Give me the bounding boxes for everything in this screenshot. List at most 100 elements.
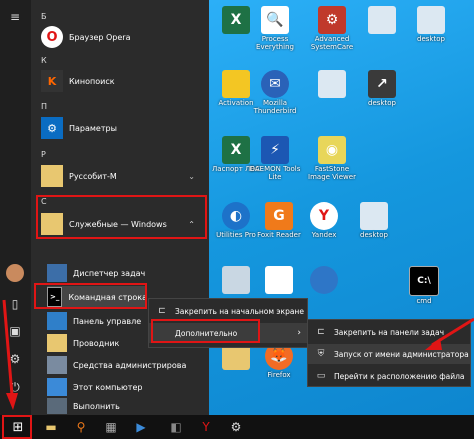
app-icon: ▦: [105, 420, 117, 434]
desktop-icon-label: Mozilla Thunderbird: [253, 99, 297, 115]
highlight-cmd: [34, 283, 147, 309]
app-label: Руссобит-М: [69, 171, 117, 181]
app-opera[interactable]: O Браузер Opera: [41, 25, 205, 49]
app-settings[interactable]: ⚙ Параметры: [41, 116, 205, 140]
app-icon: ◧: [170, 420, 182, 434]
highlight-more: [151, 319, 260, 343]
menu-item-open-location[interactable]: ▭ Перейти к расположению файла: [308, 366, 470, 386]
desktop-icon-label: cmd: [416, 297, 432, 305]
desktop-icon-thunderbird[interactable]: ✉ Mozilla Thunderbird: [246, 68, 304, 124]
desktop-icon-desktop-1[interactable]: desktop: [402, 4, 460, 60]
file-icon: [360, 202, 388, 230]
terminal-icon: C:\: [409, 266, 439, 296]
eye-icon: ◉: [318, 136, 346, 164]
magnifier-icon: 🔍: [261, 6, 289, 34]
app-icon: [265, 266, 293, 294]
opera-icon: O: [41, 26, 63, 48]
app-label: Панель управле: [73, 316, 142, 326]
shield-icon: ⛨: [317, 349, 325, 359]
app-russobit[interactable]: Руссобит-М ⌄: [41, 164, 205, 188]
yandex-icon: Y: [310, 202, 338, 230]
taskbar-settings[interactable]: ⚙: [225, 417, 247, 437]
app-label: Выполнить: [73, 401, 120, 411]
highlight-windows-tools: [36, 195, 207, 239]
menu-item-label: Запуск от имени администратора: [334, 349, 469, 359]
taskbar-app-2[interactable]: ◧: [165, 417, 187, 437]
shield-icon: ⚙: [318, 6, 346, 34]
highlight-start: [2, 415, 32, 439]
section-letter[interactable]: Р: [41, 150, 46, 159]
app-task-manager[interactable]: Диспетчер задач: [47, 262, 205, 284]
folder-icon: ▭: [316, 371, 326, 381]
desktop-icon-label: desktop: [368, 99, 396, 107]
section-letter[interactable]: Б: [41, 12, 47, 21]
thunderbird-icon: ✉: [261, 70, 289, 98]
taskbar-media[interactable]: ▶: [130, 417, 152, 437]
user-avatar[interactable]: [6, 264, 24, 282]
app-label: Диспетчер задач: [73, 268, 146, 278]
pin-icon: ⊏: [317, 327, 325, 337]
menu-item-label: Закрепить на начальном экране: [175, 306, 304, 316]
app-label: Браузер Opera: [69, 32, 131, 42]
desktop-icon-label: desktop: [360, 231, 388, 239]
desktop-icon-daemon-tools[interactable]: ⚡ DAEMON Tools Lite: [246, 134, 304, 190]
run-icon: [47, 398, 67, 414]
taskbar-app-1[interactable]: ▦: [100, 417, 122, 437]
taskbar-yandex[interactable]: Y: [195, 417, 217, 437]
app-icon: [222, 266, 250, 294]
desktop-icon-label: FastStone Image Viewer: [308, 165, 356, 181]
start-rail: ≡ ▯ ▣ ⚙ ⏻: [0, 0, 31, 415]
app-label: Проводник: [73, 338, 120, 348]
folder-icon: ▬: [45, 420, 57, 434]
gear-icon[interactable]: ⚙: [6, 350, 24, 368]
desktop-icon-label: DAEMON Tools Lite: [249, 165, 301, 181]
menu-item-run-as-admin[interactable]: ⛨ Запуск от имени администратора: [308, 344, 470, 364]
section-letter[interactable]: П: [41, 102, 47, 111]
pictures-icon[interactable]: ▣: [6, 322, 24, 340]
lightning-icon: ⚡: [261, 136, 289, 164]
pin-icon: ⊏: [158, 306, 166, 316]
menu-item-pin-start[interactable]: ⊏ Закрепить на начальном экране: [149, 301, 307, 321]
power-icon[interactable]: ⏻: [6, 378, 24, 396]
menu-item-label: Закрепить на панели задач: [334, 327, 445, 337]
desktop-icon-desktop-2[interactable]: ↗ desktop: [353, 68, 411, 124]
file-icon: [368, 6, 396, 34]
file-icon: [417, 6, 445, 34]
task-manager-icon: [47, 264, 67, 282]
app-label: Параметры: [69, 123, 117, 133]
taskbar: ⊞ ▬ ⚲ ▦ ▶ ◧ Y ⚙: [0, 415, 474, 439]
control-panel-icon: [47, 312, 67, 330]
folder-icon: [47, 334, 67, 352]
section-letter[interactable]: К: [41, 56, 47, 65]
document-icon[interactable]: ▯: [6, 295, 24, 313]
chevron-down-icon: ⌄: [188, 171, 195, 181]
desktop-icon-process-everything[interactable]: 🔍 Process Everything: [246, 4, 304, 60]
kinopoisk-icon: K: [41, 70, 63, 92]
desktop-icon-desktop-3[interactable]: desktop: [345, 200, 403, 256]
utilities-icon: ◐: [222, 202, 250, 230]
hamburger-icon[interactable]: ≡: [6, 8, 24, 26]
play-icon: ▶: [136, 420, 146, 434]
taskbar-search[interactable]: ⚲: [70, 417, 92, 437]
app-icon: [310, 266, 338, 294]
desktop-icon-cmd[interactable]: C:\ cmd: [395, 264, 453, 320]
folder-icon: [41, 165, 63, 187]
taskbar-explorer[interactable]: ▬: [40, 417, 62, 437]
app-admin-tools[interactable]: Средства администрирова: [47, 354, 205, 376]
gear-icon: ⚙: [230, 420, 242, 434]
app-this-pc[interactable]: Этот компьютер: [47, 376, 205, 398]
context-menu-submenu: ⊏ Закрепить на панели задач ⛨ Запуск от …: [307, 319, 471, 387]
app-kinopoisk[interactable]: K Кинопоиск: [41, 69, 205, 93]
app-label: Этот компьютер: [73, 382, 143, 392]
menu-item-label: Перейти к расположению файла: [334, 371, 465, 381]
menu-item-pin-taskbar[interactable]: ⊏ Закрепить на панели задач: [308, 322, 470, 342]
computer-icon: [47, 378, 67, 396]
admin-tools-icon: [47, 356, 67, 374]
desktop-icon-faststone[interactable]: ◉ FastStone Image Viewer: [303, 134, 361, 190]
desktop-icon-label: Process Everything: [256, 35, 294, 51]
app-run[interactable]: Выполнить: [47, 398, 205, 414]
search-icon: ⚲: [76, 420, 86, 434]
foxit-icon: G: [265, 202, 293, 230]
yandex-icon: Y: [202, 420, 210, 434]
start-menu: ≡ ▯ ▣ ⚙ ⏻ Б O Браузер Opera К K Кинопоис…: [0, 0, 209, 415]
